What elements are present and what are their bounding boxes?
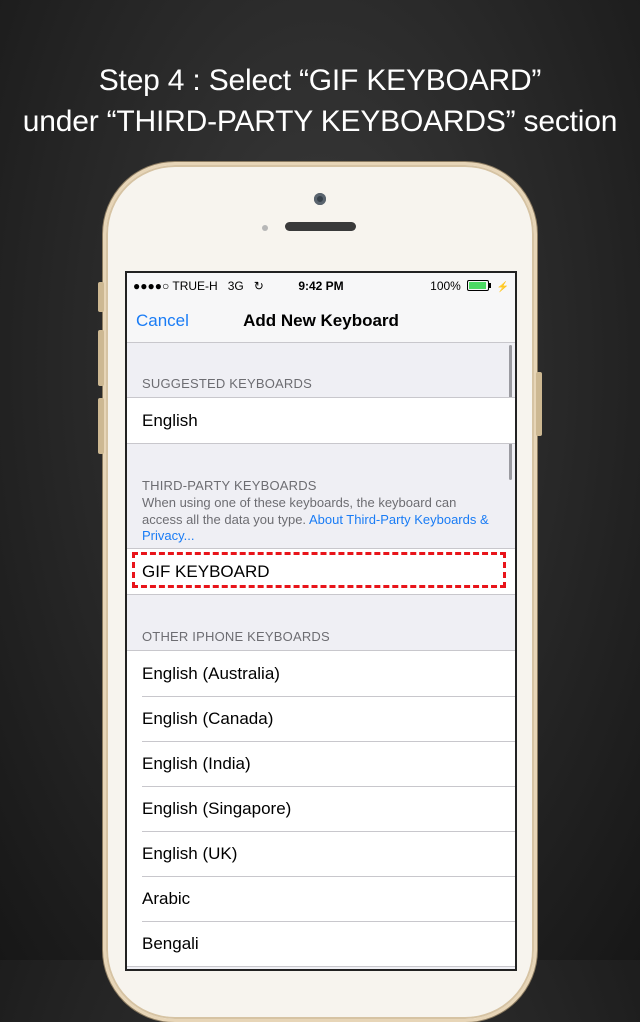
- volume-down-button: [98, 398, 104, 454]
- list-item-bengali[interactable]: Bengali: [127, 921, 515, 966]
- list-item-arabic[interactable]: Arabic: [127, 876, 515, 921]
- charging-icon: ⚡: [496, 282, 509, 293]
- front-camera-icon: [314, 193, 326, 205]
- phone-screen: ●●●●○ TRUE-H 3G ↻ 9:42 PM 100% ⚡ Cancel …: [125, 271, 517, 971]
- navigation-bar: Cancel Add New Keyboard: [127, 299, 515, 343]
- power-button: [536, 372, 542, 436]
- suggested-keyboards-list: English: [127, 397, 515, 444]
- list-item-english[interactable]: English: [127, 398, 515, 443]
- page-title: Add New Keyboard: [243, 311, 399, 330]
- list-item-english-uk[interactable]: English (UK): [127, 831, 515, 876]
- battery-percent: 100%: [430, 279, 461, 293]
- status-right: 100% ⚡: [430, 279, 509, 293]
- list-item-english-australia[interactable]: English (Australia): [127, 651, 515, 696]
- status-bar: ●●●●○ TRUE-H 3G ↻ 9:42 PM 100% ⚡: [127, 273, 515, 299]
- other-keyboards-list: English (Australia) English (Canada) Eng…: [127, 650, 515, 967]
- volume-up-button: [98, 330, 104, 386]
- list-item-english-canada[interactable]: English (Canada): [127, 696, 515, 741]
- section-header-other: OTHER IPHONE KEYBOARDS: [142, 629, 330, 644]
- list-item-english-singapore[interactable]: English (Singapore): [127, 786, 515, 831]
- headline-line-1: Step 4 : Select “GIF KEYBOARD”: [98, 64, 542, 97]
- instruction-headline: Step 4 : Select “GIF KEYBOARD” under “TH…: [0, 60, 640, 142]
- mute-switch: [98, 282, 104, 312]
- battery-icon: [467, 280, 492, 292]
- proximity-sensor: [262, 225, 268, 231]
- list-item-english-india[interactable]: English (India): [127, 741, 515, 786]
- section-header-suggested: SUGGESTED KEYBOARDS: [142, 376, 312, 391]
- third-party-note: When using one of these keyboards, the k…: [142, 495, 497, 545]
- section-header-third-party: THIRD-PARTY KEYBOARDS: [142, 478, 317, 493]
- earpiece-speaker: [285, 222, 356, 231]
- highlight-box: [132, 552, 506, 588]
- headline-line-2: under “THIRD-PARTY KEYBOARDS” section: [22, 105, 618, 138]
